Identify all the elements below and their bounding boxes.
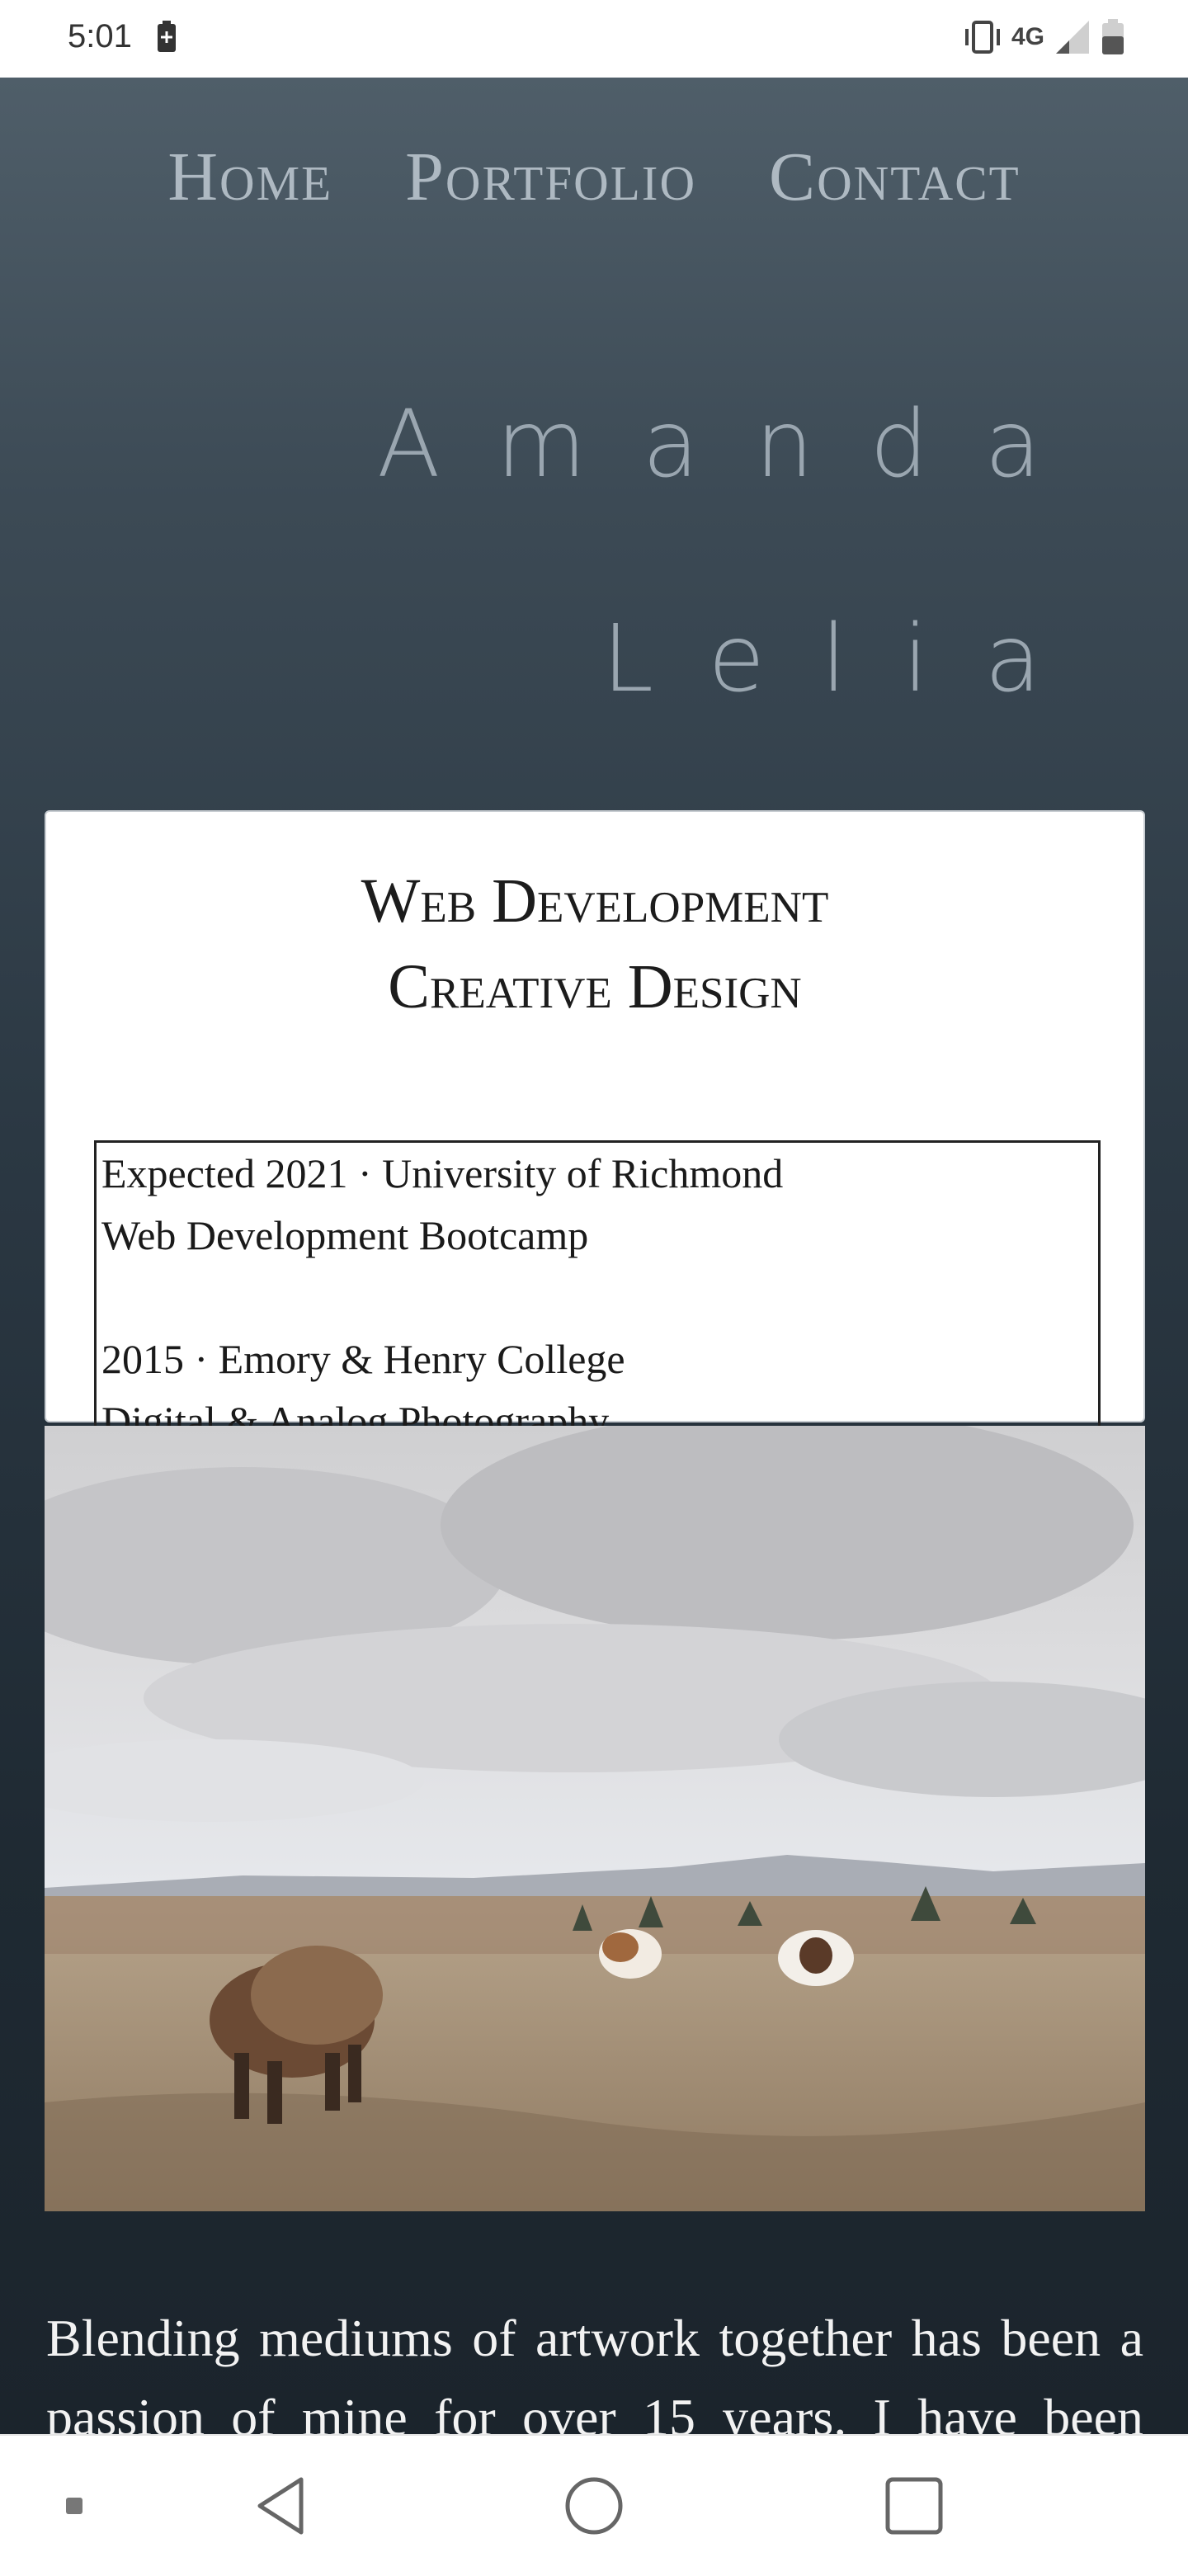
status-time: 5:01 xyxy=(68,18,132,54)
overview-button[interactable] xyxy=(881,2436,947,2576)
battery-saver-icon xyxy=(158,21,176,52)
signal-icon xyxy=(1056,21,1089,54)
nav-portfolio-link[interactable]: Portfolio xyxy=(405,137,696,228)
card-title: Web Development Creative Design xyxy=(46,858,1143,1030)
recents-dot-icon xyxy=(58,2436,91,2576)
nav-home-link[interactable]: Home xyxy=(167,137,332,228)
home-icon xyxy=(565,2477,623,2535)
card-title-line-2: Creative Design xyxy=(388,952,802,1021)
nav-contact-link[interactable]: Contact xyxy=(769,137,1021,228)
back-icon xyxy=(257,2477,304,2535)
education-entry-1-line-1: Expected 2021 · University of Richmond xyxy=(101,1150,784,1196)
hero-photo xyxy=(45,1426,1145,2211)
vibrate-icon xyxy=(964,21,1000,54)
education-entry-1-line-2: Web Development Bootcamp xyxy=(101,1212,589,1258)
education-entry-2-line-1: 2015 · Emory & Henry College xyxy=(101,1336,625,1382)
home-button[interactable] xyxy=(561,2436,627,2576)
status-icons: 4G xyxy=(962,17,1125,58)
ponies-photo-image xyxy=(45,1426,1145,2211)
back-button[interactable] xyxy=(248,2436,314,2576)
hero-first-name: Amanda xyxy=(376,391,1097,498)
network-type-label: 4G xyxy=(1011,23,1044,50)
status-bar: 5:01 4G xyxy=(0,0,1188,78)
card-title-line-1: Web Development xyxy=(361,866,829,936)
system-nav-bar xyxy=(0,2434,1188,2574)
intro-paragraph: Blending mediums of artwork together has… xyxy=(46,2309,1143,2434)
education-box: Expected 2021 · University of Richmond W… xyxy=(94,1140,1101,1455)
main-nav: Home Portfolio Contact xyxy=(0,137,1188,228)
skills-card: Web Development Creative Design Expected… xyxy=(45,810,1145,1455)
battery-icon xyxy=(1102,19,1124,54)
hero-last-name: Lelia xyxy=(601,606,1097,713)
portfolio-page: Home Portfolio Contact Amanda Lelia Web … xyxy=(0,78,1188,2434)
overview-icon xyxy=(885,2477,943,2535)
